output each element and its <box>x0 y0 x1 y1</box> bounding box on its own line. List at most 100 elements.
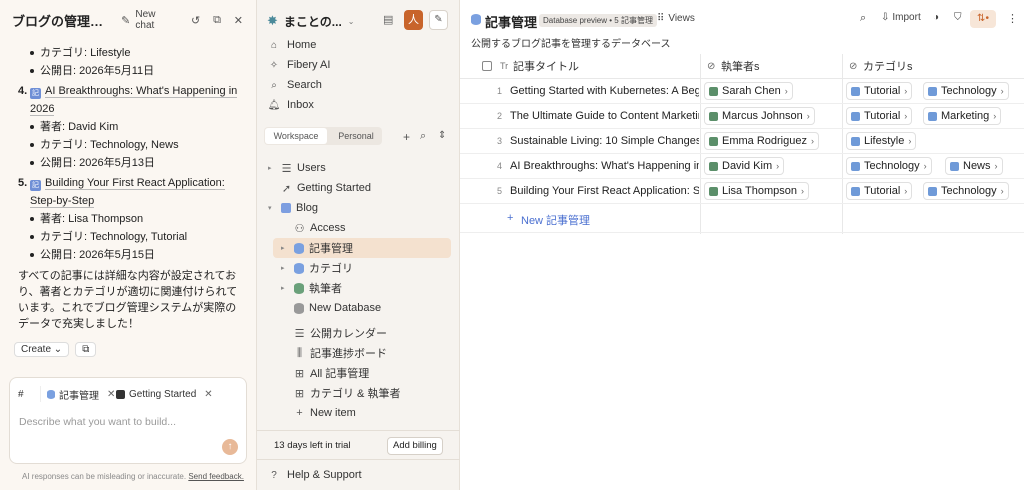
category-pill[interactable]: Technology › <box>923 182 1009 200</box>
category-pill[interactable]: Lifestyle › <box>846 132 917 150</box>
tree-item-authors[interactable]: ▸ 執筆者 <box>281 278 342 298</box>
tab-personal[interactable]: Personal <box>330 128 382 144</box>
board-icon: ⫼ <box>296 346 303 359</box>
nav-fibery-ai[interactable]: ✧ Fibery AI <box>268 55 331 75</box>
article-link[interactable]: Building Your First React Application: S… <box>30 177 225 208</box>
nav-inbox[interactable]: 🔔︎ Inbox <box>268 95 314 115</box>
collapse-icon[interactable]: ⇕ <box>438 130 446 141</box>
tree-item-articles[interactable]: ▸ 記事管理 <box>273 238 451 258</box>
context-hash-chip[interactable]: # <box>18 386 24 402</box>
chevron-right-icon: › <box>908 136 912 146</box>
popout-icon[interactable]: ⧉ <box>210 13 223 27</box>
search-icon[interactable]: ⌕ <box>860 12 866 25</box>
remove-icon[interactable]: ✕ <box>204 389 212 400</box>
category-pill[interactable]: Technology › <box>846 157 932 175</box>
tree-item-new-item[interactable]: + New item <box>281 403 356 423</box>
views-button[interactable]: ⠿ Views <box>657 13 695 24</box>
pill-label: Tutorial <box>864 185 901 197</box>
category-icon <box>851 86 860 96</box>
chat-input[interactable]: Describe what you want to build... <box>19 416 176 428</box>
select-all-checkbox[interactable] <box>482 61 492 71</box>
column-header-categories[interactable]: ⊘ カテゴリs <box>842 54 1024 79</box>
author-pill[interactable]: Sarah Chen › <box>704 82 793 100</box>
list-item: 公開日: 2026年5月11日 <box>18 62 243 80</box>
row-title[interactable]: Building Your First React Application: S… <box>510 185 699 197</box>
database-icon <box>47 389 55 399</box>
category-icon <box>928 111 937 121</box>
tree-item-categories[interactable]: ▸ カテゴリ <box>281 258 353 278</box>
tree-item-access[interactable]: ⚇ Access <box>281 218 346 238</box>
tree-label: New item <box>310 407 356 419</box>
category-pill[interactable]: Marketing › <box>923 107 1002 125</box>
tree-item-getting-started[interactable]: ➚ Getting Started <box>268 178 371 198</box>
table-row[interactable]: 3 Sustainable Living: 10 Simple Changes … <box>460 129 1024 154</box>
new-row[interactable]: + New 記事管理 <box>460 204 1024 233</box>
more-icon[interactable]: ⋮ <box>1007 12 1018 25</box>
workspace-switcher[interactable]: ✸ まことの... ⌄ <box>267 10 355 32</box>
author-pill[interactable]: Emma Rodriguez › <box>704 132 819 150</box>
compose-icon[interactable]: ✎ <box>429 10 448 30</box>
chat-input-box[interactable]: # 記事管理 ✕ Getting Started ✕ Describe what… <box>9 377 247 464</box>
new-chat-button[interactable]: ✎ New chat <box>119 9 175 31</box>
add-billing-button[interactable]: Add billing <box>387 437 443 455</box>
category-pill[interactable]: Technology › <box>923 82 1009 100</box>
article-link[interactable]: AI Breakthroughs: What's Happening in 20… <box>30 85 238 116</box>
tree-item-category-authors[interactable]: ⊞ カテゴリ & 執筆者 <box>281 383 401 403</box>
sidebar-toggle-icon[interactable]: ▤ <box>383 13 393 26</box>
help-support[interactable]: ? Help & Support <box>268 465 361 485</box>
author-icon <box>709 111 718 121</box>
context-chip[interactable]: Getting Started ✕ <box>116 386 213 402</box>
list-item: カテゴリ: Lifestyle <box>18 44 243 62</box>
database-icon <box>294 262 304 274</box>
column-header-authors[interactable]: ⊘ 執筆者s <box>700 54 842 79</box>
user-avatar[interactable]: 人 <box>404 10 423 30</box>
table-row[interactable]: 4 AI Breakthroughs: What's Happening in … <box>460 154 1024 179</box>
tree-item-blog[interactable]: ▾ Blog <box>268 198 318 218</box>
category-pill[interactable]: Tutorial › <box>846 182 913 200</box>
import-button[interactable]: ⇩ Import <box>881 12 921 23</box>
sort-button[interactable]: ⇅• <box>970 10 996 28</box>
row-title[interactable]: The Ultimate Guide to Content Marketing … <box>510 110 699 122</box>
send-button[interactable]: ↑ <box>222 439 238 455</box>
tree-item-users[interactable]: ▸ ☰ Users <box>268 158 326 178</box>
author-pill[interactable]: David Kim › <box>704 157 785 175</box>
table-row[interactable]: 2 The Ultimate Guide to Content Marketin… <box>460 104 1024 129</box>
nav-home[interactable]: ⌂ Home <box>268 35 316 55</box>
nav-search[interactable]: ⌕ Search <box>268 75 322 95</box>
tree-item-board[interactable]: ⫼ 記事進捗ボード <box>281 343 387 363</box>
category-pill[interactable]: News › <box>945 157 1003 175</box>
search-icon[interactable]: ⌕ <box>420 130 426 143</box>
context-chip[interactable]: 記事管理 ✕ <box>40 386 115 402</box>
grid-icon: ⊞ <box>294 387 305 400</box>
category-pill[interactable]: Tutorial › <box>846 82 913 100</box>
table-row[interactable]: 5 Building Your First React Application:… <box>460 179 1024 204</box>
entry-number: 5. <box>18 177 28 189</box>
column-header-title[interactable]: Tr 記事タイトル <box>460 54 700 79</box>
database-description: 公開するブログ記事を管理するデータベース <box>471 39 671 50</box>
row-title[interactable]: AI Breakthroughs: What's Happening in 20… <box>510 160 699 172</box>
author-pill[interactable]: Lisa Thompson › <box>704 182 810 200</box>
tree-item-all-articles[interactable]: ⊞ All 記事管理 <box>281 363 369 383</box>
list-item: カテゴリ: Technology, News <box>18 136 243 154</box>
database-icon <box>294 242 304 254</box>
create-button[interactable]: Create ⌄ <box>14 341 70 357</box>
pill-label: Technology <box>941 185 997 197</box>
copy-button[interactable]: ⧉ <box>75 341 97 357</box>
row-title[interactable]: Getting Started with Kubernetes: A Begin… <box>510 85 699 97</box>
category-pill[interactable]: Tutorial › <box>846 107 913 125</box>
tree-item-calendar[interactable]: ☰ 公開カレンダー <box>281 323 387 343</box>
remove-icon[interactable]: ✕ <box>107 389 115 400</box>
filter-icon[interactable]: ⛉ <box>954 12 962 23</box>
table-row[interactable]: 1 Getting Started with Kubernetes: A Beg… <box>460 79 1024 104</box>
tree-label: Access <box>310 222 346 234</box>
chevron-right-icon: › <box>993 111 997 121</box>
history-icon[interactable]: ↺ <box>189 13 202 27</box>
tree-item-new-database[interactable]: New Database <box>281 298 381 318</box>
row-title[interactable]: Sustainable Living: 10 Simple Changes fo… <box>510 135 699 147</box>
add-icon[interactable]: + <box>403 130 410 144</box>
author-pill[interactable]: Marcus Johnson › <box>704 107 815 125</box>
send-feedback-link[interactable]: Send feedback. <box>188 472 244 481</box>
tab-workspace[interactable]: Workspace <box>265 128 327 144</box>
close-icon[interactable]: ✕ <box>232 13 245 27</box>
toggle-icon[interactable]: ◑ <box>933 12 939 23</box>
